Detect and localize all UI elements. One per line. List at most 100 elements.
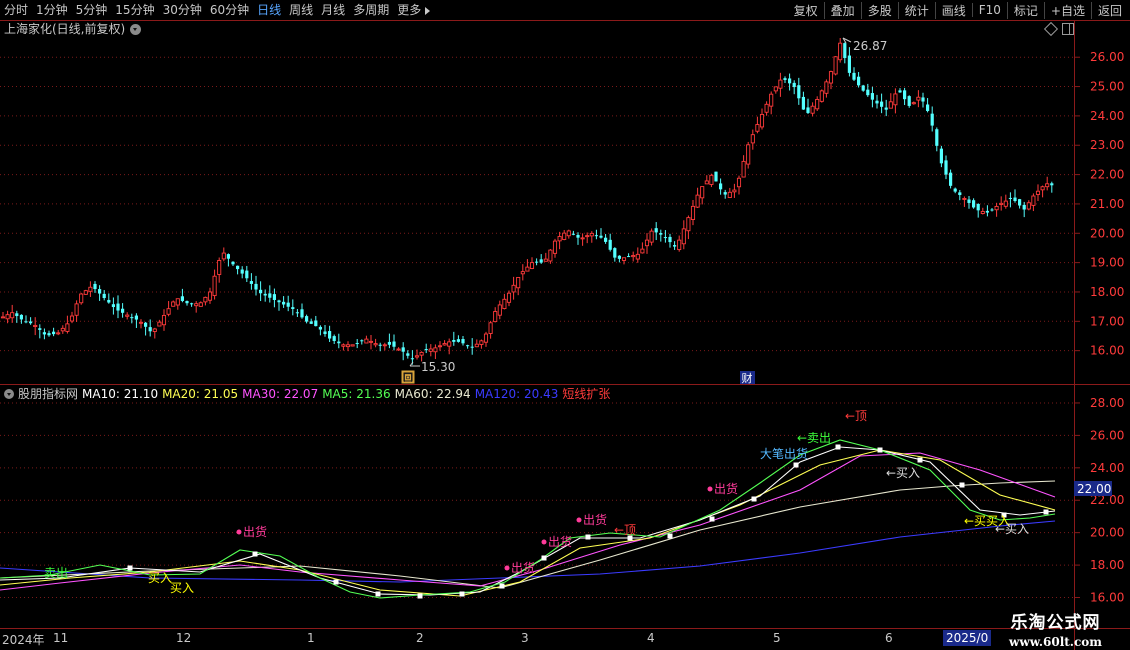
candle-body-up (419, 351, 424, 356)
candle-body-up (746, 144, 751, 165)
candle-body-down (944, 160, 948, 175)
candle-body-up (207, 291, 213, 301)
annotation-sell-a: 卖出 (44, 566, 68, 580)
candle-body-up (764, 103, 769, 113)
candle-body-up (732, 189, 737, 193)
candle-body-down (130, 317, 134, 319)
candle-body-down (236, 265, 240, 270)
candle-body-up (414, 355, 420, 358)
signal-marker (751, 496, 757, 502)
candle-body-up (483, 333, 489, 343)
candle-body-down (144, 322, 148, 327)
candle-body-up (217, 260, 222, 275)
candle-body-up (1045, 183, 1050, 188)
candle-body-up (152, 328, 157, 332)
candle-body-down (226, 254, 230, 259)
candle-body-down (861, 85, 865, 91)
candle-body-down (1013, 197, 1017, 201)
candle-body-down (410, 358, 414, 360)
ship-dot-3 (541, 539, 547, 545)
annotation-top-1: ←顶 (614, 523, 636, 537)
candle-body-up (548, 249, 553, 262)
annotation-ship-3: 出货 (548, 534, 572, 549)
candle-body-down (318, 326, 322, 330)
candle-body-up (74, 303, 79, 316)
candle-body-up (815, 99, 820, 110)
candle-body-down (792, 82, 796, 88)
candle-body-down (714, 171, 718, 182)
candle-body-up (916, 96, 921, 101)
candle-body-down (107, 299, 111, 303)
candle-body-up (65, 323, 70, 332)
candle-body-up (709, 174, 714, 185)
candle-body-down (190, 303, 194, 305)
candle-body-up (552, 240, 558, 254)
legend-ma120: MA120: 20.43 (474, 387, 559, 401)
candle-body-up (382, 344, 387, 347)
chevron-down-icon[interactable] (4, 389, 14, 399)
candle-body-up (828, 71, 834, 84)
price-tick-label: 22.00 (1090, 168, 1124, 182)
candle-body-down (783, 78, 787, 80)
candle-body-up (566, 230, 571, 237)
low-marker[interactable]: 回 (401, 370, 415, 384)
candle-body-up (640, 248, 645, 254)
signal-marker (667, 533, 673, 539)
candle-body-down (880, 101, 884, 107)
candle-body-down (263, 293, 267, 296)
candle-body-down (719, 183, 723, 190)
candle-body-down (15, 313, 19, 317)
candle-body-up (681, 228, 686, 245)
candle-body-down (958, 192, 962, 195)
low-label: 15.30 (421, 360, 455, 374)
candle-body-down (378, 344, 382, 346)
candle-body-down (268, 293, 272, 298)
annotation-sell-b: ←卖出 (797, 431, 831, 445)
annotation-buy-b: 买入 (170, 581, 194, 595)
current-value-box: 22.00 (1074, 481, 1112, 496)
candle-body-up (635, 253, 640, 260)
candle-body-up (580, 237, 585, 240)
candle-body-down (240, 269, 244, 274)
axis-label-year: 2024年 (2, 633, 45, 647)
candle-body-up (203, 296, 208, 303)
signal-marker (459, 591, 465, 597)
candle-body-up (911, 102, 916, 105)
signal-marker (417, 593, 423, 599)
candle-body-up (736, 177, 742, 188)
price-tick-label: 26.00 (1090, 50, 1124, 64)
candle-body-down (259, 289, 263, 294)
candle-body-down (47, 333, 51, 336)
ship-dot-4 (576, 517, 582, 523)
candle-body-down (627, 256, 631, 258)
candle-body-down (180, 296, 184, 301)
candle-body-up (1031, 195, 1036, 206)
candle-body-down (654, 228, 658, 233)
signal-marker (709, 516, 715, 522)
finance-marker[interactable]: 财 (740, 371, 755, 385)
candle-body-up (695, 194, 700, 208)
candle-body-up (502, 298, 507, 310)
candlesticks (0, 37, 1054, 365)
candle-body-down (185, 301, 189, 304)
legend-ma5: MA5: 21.36 (322, 387, 391, 401)
candle-body-down (116, 303, 120, 311)
candle-body-up (428, 348, 433, 352)
candle-body-up (157, 321, 162, 327)
candle-body-down (309, 321, 313, 324)
chart-canvas: 26.00 25.00 24.00 23.00 22.00 21.00 20.00 19.00… (0, 20, 1130, 650)
annotation-big-ship: 大笔出货 (760, 446, 808, 461)
indicator-tick-label: 16.00 (1090, 591, 1124, 605)
price-tick-label: 18.00 (1090, 285, 1124, 299)
candle-body-down (1022, 204, 1026, 210)
signal-marker (333, 579, 339, 585)
candle-body-down (337, 341, 341, 344)
indicator-tick-label: 24.00 (1090, 461, 1124, 475)
candle-body-up (433, 347, 438, 353)
candle-body-down (594, 235, 598, 237)
candle-body-down (939, 148, 943, 164)
candle-body-down (613, 248, 617, 258)
current-value: 22.00 (1077, 482, 1111, 496)
axis-label-2: 2 (416, 631, 424, 645)
candle-body-down (392, 341, 396, 347)
